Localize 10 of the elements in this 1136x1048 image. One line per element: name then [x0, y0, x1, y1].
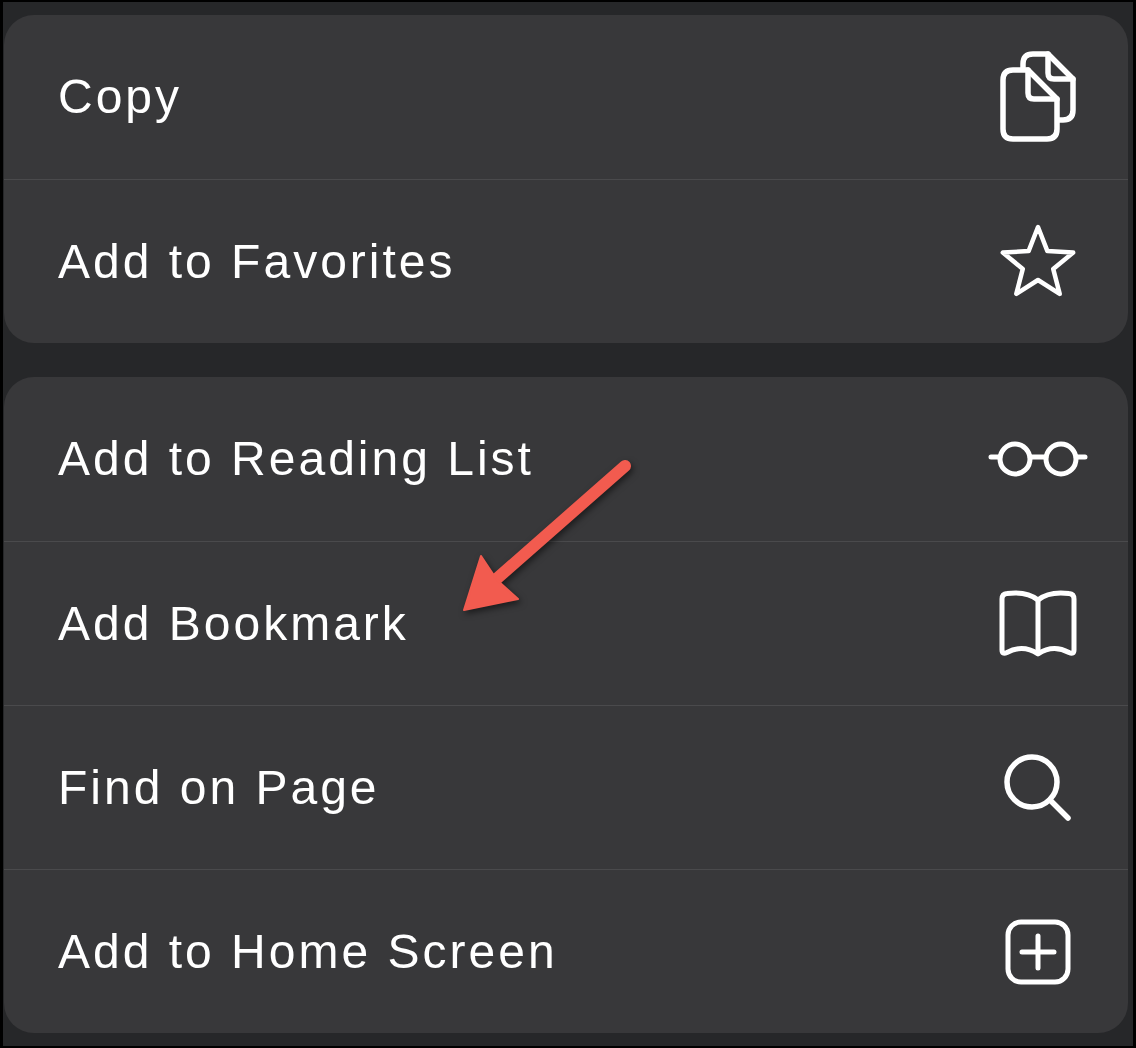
menu-item[interactable]: Copy [4, 15, 1128, 179]
copy-icon [1000, 51, 1076, 143]
menu-item[interactable]: Add to Favorites [4, 179, 1128, 343]
menu-item[interactable]: Find on Page [4, 705, 1128, 869]
menu-item[interactable]: Add to Reading List [4, 377, 1128, 541]
menu-item[interactable]: Add to Home Screen [4, 869, 1128, 1033]
search-icon [1003, 752, 1073, 823]
plus-square-icon [1005, 918, 1071, 985]
glasses-icon [988, 439, 1088, 479]
open-book-icon [998, 589, 1078, 658]
